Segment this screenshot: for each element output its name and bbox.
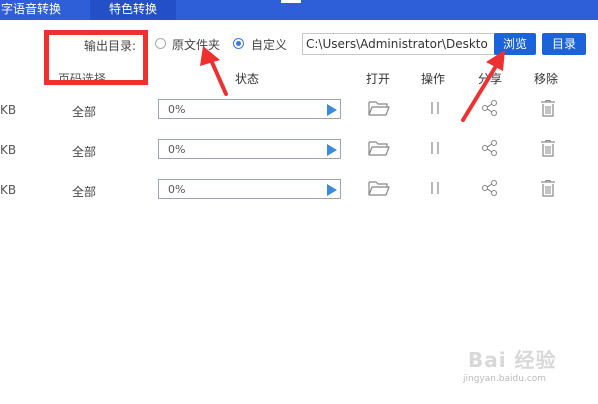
watermark-url: jingyan.baidu.com [463, 374, 547, 384]
app-window: 字语音转换 特色转换 输出目录: 原文件夹 自定义 C:\Users\Admin… [0, 0, 598, 404]
arrow-to-browse [461, 50, 505, 122]
arrow-to-original-folder [200, 46, 228, 96]
watermark: Bai 经验 jingyan.baidu.com [463, 340, 583, 390]
watermark-text: Bai 经验 [468, 348, 557, 372]
